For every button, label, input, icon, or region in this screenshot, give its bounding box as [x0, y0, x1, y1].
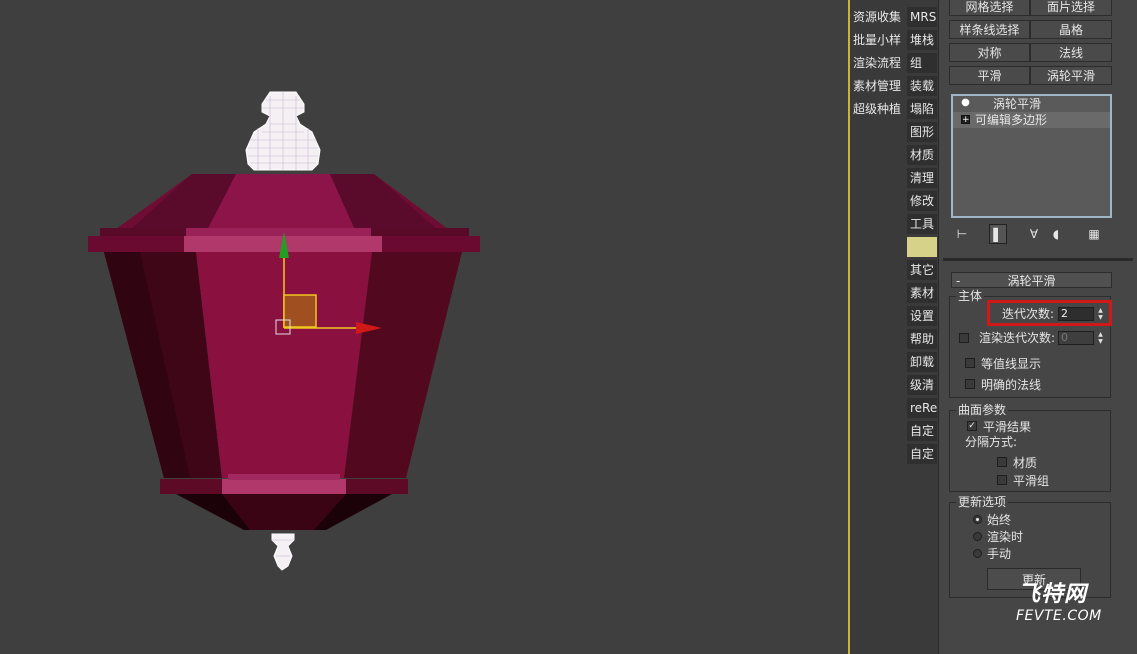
- tool-item-settings[interactable]: 设置: [907, 306, 937, 326]
- panel-divider: [943, 258, 1133, 261]
- update-when-rendering-label: 渲染时: [987, 530, 1024, 544]
- modifier-stack-toolbar: ⊢ ▌ ∀ ◖ ▦: [951, 224, 1116, 246]
- separate-materials-checkbox[interactable]: [997, 457, 1007, 467]
- group-title-main: 主体: [956, 289, 985, 303]
- modifier-button-patch-select[interactable]: 面片选择: [1030, 0, 1112, 16]
- script-item-batch-sample[interactable]: 批量小样: [853, 30, 901, 50]
- update-manually-radio[interactable]: [973, 549, 982, 558]
- watermark-logo: 飞特网 FEVTE.COM: [1016, 576, 1112, 626]
- tool-item-load[interactable]: 装载: [907, 76, 937, 96]
- render-iters-input[interactable]: 0: [1058, 331, 1094, 345]
- script-item-asset-manager[interactable]: 素材管理: [853, 76, 901, 96]
- finial-top-mesh: [245, 91, 321, 171]
- stack-item-editable-poly[interactable]: + 可编辑多边形: [953, 112, 1110, 128]
- make-unique-icon[interactable]: ∀: [1025, 224, 1043, 244]
- tool-item-custom-2[interactable]: 自定: [907, 444, 937, 464]
- render-iters-spinner-arrows[interactable]: ▲ ▼: [1096, 331, 1105, 345]
- stack-item-label: 可编辑多边形: [975, 113, 1048, 127]
- separate-smoothing-groups-checkbox[interactable]: [997, 475, 1007, 485]
- remove-modifier-icon[interactable]: ◖: [1047, 224, 1065, 244]
- modifier-button-spline-select[interactable]: 样条线选择: [949, 20, 1030, 39]
- tool-item-level-clear[interactable]: 级清: [907, 375, 937, 395]
- stack-item-turbosmooth[interactable]: ● 涡轮平滑: [953, 96, 1110, 112]
- tool-item-tools[interactable]: 工具: [907, 214, 937, 234]
- rollout-title: 涡轮平滑: [1007, 274, 1056, 288]
- modifier-button-turbosmooth[interactable]: 涡轮平滑: [1030, 66, 1112, 85]
- update-always-radio[interactable]: [973, 515, 982, 524]
- lightbulb-icon[interactable]: ●: [961, 98, 970, 108]
- render-iters-checkbox[interactable]: [959, 333, 969, 343]
- watermark-sub-text: FEVTE.COM: [1016, 608, 1102, 624]
- finial-bottom-mesh: [271, 533, 295, 571]
- rollout-turbosmooth-header[interactable]: - 涡轮平滑: [951, 272, 1112, 288]
- stack-item-label: 涡轮平滑: [993, 97, 1042, 111]
- isoline-display-checkbox[interactable]: [965, 358, 975, 368]
- script-item-resource-collect[interactable]: 资源收集: [853, 7, 901, 27]
- tool-item-active[interactable]: [907, 237, 937, 257]
- configure-sets-icon[interactable]: ▦: [1085, 224, 1103, 244]
- smooth-result-checkbox[interactable]: ✓: [967, 421, 977, 431]
- tool-item-assets[interactable]: 素材: [907, 283, 937, 303]
- plus-box-icon[interactable]: +: [961, 115, 970, 125]
- script-toolbar: 资源收集 批量小样 渲染流程 素材管理 超级种植 MRS 堆栈 组 装载 塌陷 …: [850, 0, 938, 654]
- group-title-surface: 曲面参数: [956, 403, 1009, 417]
- update-manually-label: 手动: [987, 547, 1012, 561]
- lamp-roof: [112, 174, 452, 232]
- collapse-icon: -: [956, 274, 961, 288]
- lamp-body: [104, 252, 462, 478]
- group-title-update: 更新选项: [956, 495, 1009, 509]
- explicit-normals-label: 明确的法线: [981, 378, 1042, 392]
- modifier-button-smooth[interactable]: 平滑: [949, 66, 1030, 85]
- render-iters-label: 渲染迭代次数:: [979, 331, 1056, 345]
- modifier-button-lattice[interactable]: 晶格: [1030, 20, 1112, 39]
- show-end-result-icon[interactable]: ▌: [989, 224, 1007, 244]
- tool-item-group[interactable]: 组: [907, 53, 937, 73]
- separate-materials-label: 材质: [1013, 456, 1038, 470]
- tool-item-modify[interactable]: 修改: [907, 191, 937, 211]
- isoline-display-label: 等值线显示: [981, 357, 1042, 371]
- smooth-result-label: 平滑结果: [983, 420, 1032, 434]
- iterations-highlight-box: [987, 300, 1112, 326]
- lamp-model[interactable]: [0, 0, 848, 654]
- modifier-button-normal[interactable]: 法线: [1030, 43, 1112, 62]
- tool-item-shape[interactable]: 图形: [907, 122, 937, 142]
- command-panel-modify: 网格选择 面片选择 样条线选择 晶格 对称 法线 平滑 涡轮平滑 ● 涡轮平滑 …: [938, 0, 1137, 654]
- script-item-super-plant[interactable]: 超级种植: [853, 99, 901, 119]
- tool-item-mrs[interactable]: MRS: [907, 7, 937, 27]
- tool-item-rere[interactable]: reRe: [907, 398, 937, 418]
- modifier-stack-list[interactable]: ● 涡轮平滑 + 可编辑多边形: [951, 94, 1112, 218]
- tool-item-collapse[interactable]: 塌陷: [907, 99, 937, 119]
- update-always-label: 始终: [987, 513, 1012, 527]
- script-item-render-flow[interactable]: 渲染流程: [853, 53, 901, 73]
- gizmo-xy-plane-handle: [283, 294, 317, 328]
- tool-item-cleanup[interactable]: 清理: [907, 168, 937, 188]
- separate-by-label: 分隔方式:: [965, 435, 1018, 449]
- update-when-rendering-radio[interactable]: [973, 532, 982, 541]
- explicit-normals-checkbox[interactable]: [965, 379, 975, 389]
- lamp-bottom-cone: [176, 494, 392, 530]
- tool-item-help[interactable]: 帮助: [907, 329, 937, 349]
- pin-stack-icon[interactable]: ⊢: [953, 224, 971, 244]
- tool-item-material[interactable]: 材质: [907, 145, 937, 165]
- tool-item-other[interactable]: 其它: [907, 260, 937, 280]
- watermark-main-text: 飞特网: [1018, 582, 1088, 607]
- tool-item-stack[interactable]: 堆栈: [907, 30, 937, 50]
- modifier-button-mesh-select[interactable]: 网格选择: [949, 0, 1030, 16]
- separate-smoothing-groups-label: 平滑组: [1013, 474, 1050, 488]
- tool-item-custom-1[interactable]: 自定: [907, 421, 937, 441]
- tool-item-unload[interactable]: 卸载: [907, 352, 937, 372]
- viewport-perspective[interactable]: [0, 0, 848, 654]
- modifier-button-symmetry[interactable]: 对称: [949, 43, 1030, 62]
